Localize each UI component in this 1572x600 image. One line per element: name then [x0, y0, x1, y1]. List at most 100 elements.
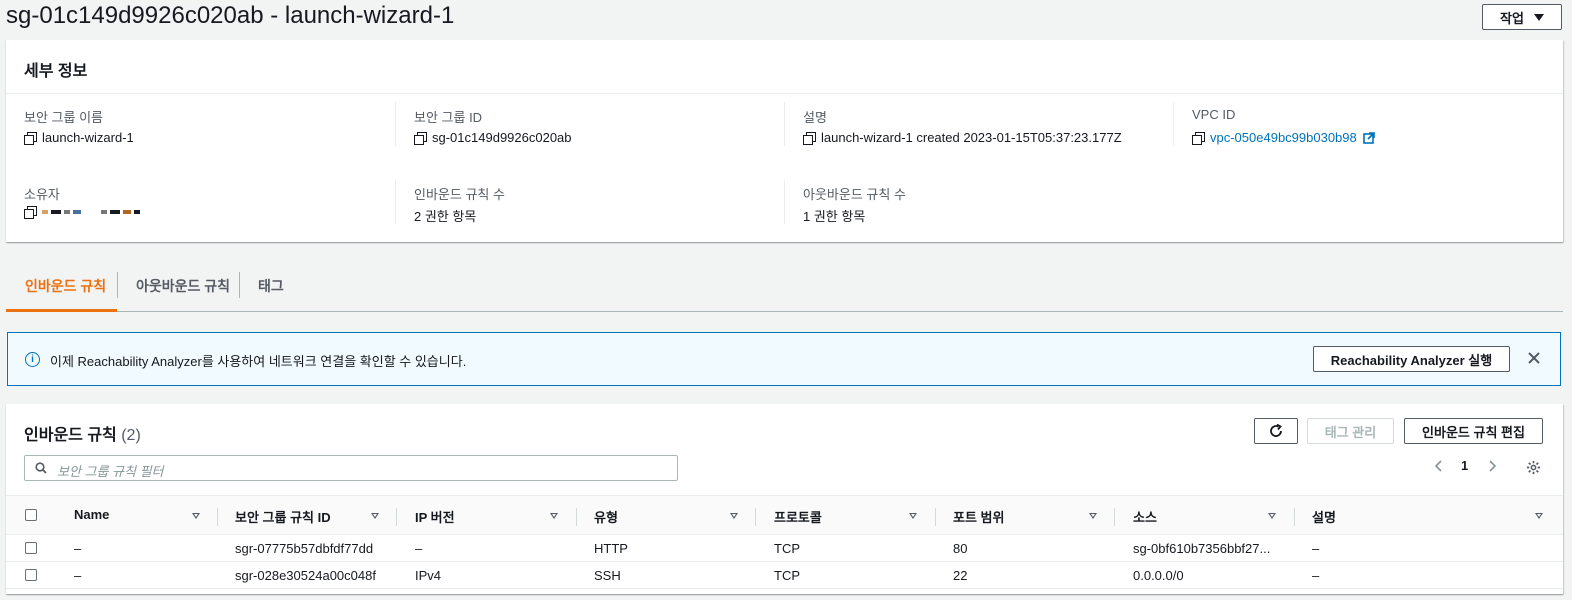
vpc-id-link[interactable]: vpc-050e49bc99b030b98	[1210, 130, 1357, 145]
refresh-icon	[1270, 423, 1282, 437]
column-divider	[784, 102, 785, 146]
rules-title: 인바운드 규칙 (2)	[24, 421, 141, 445]
cell-name: –	[74, 541, 82, 556]
manage-tags-button[interactable]: 태그 관리	[1307, 418, 1394, 444]
page-title: sg-01c149d9926c020ab - launch-wizard-1	[6, 2, 455, 29]
close-icon[interactable]	[1526, 350, 1542, 366]
sg-name-value: launch-wizard-1	[24, 130, 134, 145]
active-tab-indicator	[6, 309, 117, 312]
col-port-range[interactable]: 포트 범위	[953, 507, 1004, 526]
cell-ip-version: –	[415, 541, 423, 556]
col-description[interactable]: 설명	[1312, 507, 1336, 526]
inbound-count-value: 2 권한 항목	[414, 209, 477, 224]
cell-protocol: TCP	[774, 541, 800, 556]
settings-gear-icon[interactable]	[1526, 460, 1541, 475]
outbound-count-value: 1 권한 항목	[803, 209, 866, 224]
inbound-rules-panel: 인바운드 규칙 (2) 태그 관리 인바운드 규칙 편집 보안 그룹 규칙 필터…	[6, 404, 1563, 594]
column-divider	[784, 180, 785, 224]
column-divider	[935, 508, 936, 526]
cell-source: sg-0bf610b7356bbf27...	[1133, 541, 1271, 556]
col-protocol[interactable]: 프로토콜	[774, 507, 822, 526]
sg-name-label: 보안 그룹 이름	[24, 110, 103, 125]
actions-button[interactable]: 작업	[1482, 4, 1562, 30]
sort-icon[interactable]	[909, 513, 917, 519]
col-name[interactable]: Name	[74, 507, 109, 522]
copy-icon[interactable]	[414, 131, 427, 145]
row-checkbox[interactable]	[25, 569, 37, 581]
owner-redacted	[42, 210, 140, 214]
column-divider	[395, 180, 396, 224]
copy-icon[interactable]	[803, 131, 816, 145]
sort-icon[interactable]	[1535, 513, 1543, 519]
column-divider	[755, 508, 756, 526]
sort-icon[interactable]	[192, 513, 200, 519]
actions-label: 작업	[1500, 10, 1524, 26]
details-header: 세부 정보	[6, 40, 1563, 94]
copy-icon[interactable]	[24, 206, 37, 219]
refresh-button[interactable]	[1254, 418, 1298, 444]
tab-separator	[117, 272, 118, 298]
cell-description: –	[1312, 568, 1320, 583]
tab-outbound-rules[interactable]: 아웃바운드 규칙	[136, 276, 230, 296]
sg-id-text: sg-01c149d9926c020ab	[432, 130, 572, 145]
tab-inbound-rules[interactable]: 인바운드 규칙	[25, 276, 106, 296]
copy-icon[interactable]	[1192, 131, 1205, 145]
page-number[interactable]: 1	[1461, 458, 1468, 473]
cell-rule-id: sgr-07775b57dbfdf77dd	[235, 541, 374, 556]
copy-icon[interactable]	[24, 131, 37, 145]
cell-source: 0.0.0.0/0	[1133, 568, 1184, 583]
column-divider	[576, 508, 577, 526]
vpc-id-label: VPC ID	[1192, 107, 1236, 122]
column-divider	[217, 508, 218, 526]
inbound-count-label: 인바운드 규칙 수	[414, 187, 505, 202]
owner-label: 소유자	[24, 187, 60, 202]
sort-icon[interactable]	[730, 513, 738, 519]
tab-tags[interactable]: 태그	[258, 276, 284, 296]
sort-icon[interactable]	[550, 513, 558, 519]
cell-name: –	[74, 568, 82, 583]
cell-ip-version: IPv4	[415, 568, 442, 583]
cell-port-range: 80	[953, 541, 968, 556]
col-ip-version[interactable]: IP 버전	[415, 507, 455, 526]
table-header: Name 보안 그룹 규칙 ID IP 버전 유형 프로토콜 포트 범위 소스 …	[6, 495, 1563, 535]
chevron-left-icon[interactable]	[1434, 459, 1444, 473]
cell-port-range: 22	[953, 568, 968, 583]
search-icon	[35, 462, 47, 474]
run-reachability-analyzer-button[interactable]: Reachability Analyzer 실행	[1313, 346, 1510, 372]
description-text: launch-wizard-1 created 2023-01-15T05:37…	[821, 130, 1122, 145]
rules-filter-input[interactable]: 보안 그룹 규칙 필터	[24, 455, 678, 481]
row-checkbox[interactable]	[25, 542, 37, 554]
banner-text: 이제 Reachability Analyzer를 사용하여 네트워크 연결을 …	[50, 354, 467, 369]
col-source[interactable]: 소스	[1133, 507, 1157, 526]
details-title: 세부 정보	[24, 63, 88, 80]
search-placeholder: 보안 그룹 규칙 필터	[57, 464, 164, 479]
external-link-icon[interactable]	[1362, 131, 1375, 144]
caret-down-icon	[1533, 13, 1544, 21]
column-divider	[1173, 102, 1174, 146]
cell-type: HTTP	[594, 541, 628, 556]
column-divider	[1294, 508, 1295, 526]
table-row[interactable]: – sgr-07775b57dbfdf77dd – HTTP TCP 80 sg…	[6, 535, 1563, 562]
column-divider	[1114, 508, 1115, 526]
tab-separator	[239, 272, 240, 298]
col-type[interactable]: 유형	[594, 507, 618, 526]
outbound-count-label: 아웃바운드 규칙 수	[803, 187, 906, 202]
rules-count: (2)	[121, 427, 141, 444]
info-banner: i 이제 Reachability Analyzer를 사용하여 네트워크 연결…	[7, 332, 1561, 386]
column-divider	[395, 102, 396, 146]
cell-protocol: TCP	[774, 568, 800, 583]
description-label: 설명	[803, 110, 827, 125]
sort-icon[interactable]	[1268, 513, 1276, 519]
cell-description: –	[1312, 541, 1320, 556]
edit-inbound-rules-button[interactable]: 인바운드 규칙 편집	[1404, 418, 1543, 444]
owner-value	[24, 206, 140, 219]
cell-rule-id: sgr-028e30524a00c048f	[235, 568, 376, 583]
chevron-right-icon[interactable]	[1487, 459, 1497, 473]
sort-icon[interactable]	[1089, 513, 1097, 519]
col-rule-id[interactable]: 보안 그룹 규칙 ID	[235, 507, 331, 526]
select-all-checkbox[interactable]	[25, 509, 37, 521]
table-row[interactable]: – sgr-028e30524a00c048f IPv4 SSH TCP 22 …	[6, 562, 1563, 589]
sort-icon[interactable]	[371, 513, 379, 519]
info-icon: i	[25, 352, 40, 367]
sg-name-text: launch-wizard-1	[42, 130, 134, 145]
